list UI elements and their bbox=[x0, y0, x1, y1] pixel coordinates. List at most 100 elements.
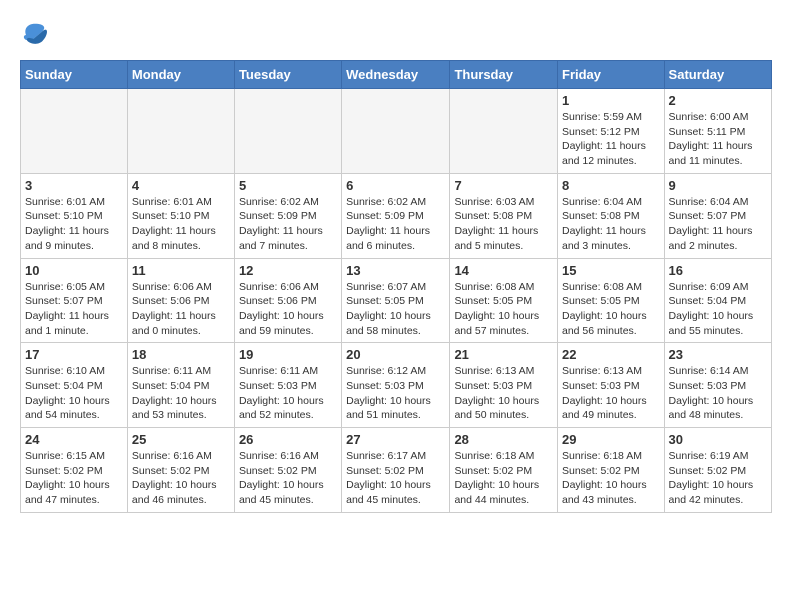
calendar-day-cell: 19 Sunrise: 6:11 AM Sunset: 5:03 PM Dayli… bbox=[234, 343, 341, 428]
day-info: Sunrise: 6:06 AM Sunset: 5:06 PM Dayligh… bbox=[239, 280, 337, 339]
day-number: 17 bbox=[25, 347, 123, 362]
calendar-day-cell: 20 Sunrise: 6:12 AM Sunset: 5:03 PM Dayli… bbox=[342, 343, 450, 428]
day-info: Sunrise: 6:06 AM Sunset: 5:06 PM Dayligh… bbox=[132, 280, 230, 339]
calendar-day-cell bbox=[234, 89, 341, 174]
calendar-day-cell: 9 Sunrise: 6:04 AM Sunset: 5:07 PM Daylig… bbox=[664, 173, 771, 258]
day-number: 15 bbox=[562, 263, 660, 278]
day-number: 9 bbox=[669, 178, 767, 193]
calendar-day-cell: 7Sunrise: 6:03 AM Sunset: 5:08 PM Daylig… bbox=[450, 173, 558, 258]
calendar-day-cell: 24 Sunrise: 6:15 AM Sunset: 5:02 PM Dayli… bbox=[21, 428, 128, 513]
logo-icon bbox=[20, 20, 50, 50]
calendar-week-row: 1Sunrise: 5:59 AM Sunset: 5:12 PM Daylig… bbox=[21, 89, 772, 174]
day-info: Sunrise: 6:13 AM Sunset: 5:03 PM Dayligh… bbox=[454, 364, 553, 423]
day-info: Sunrise: 6:02 AM Sunset: 5:09 PM Dayligh… bbox=[346, 195, 445, 254]
day-number: 4 bbox=[132, 178, 230, 193]
calendar-day-cell: 21 Sunrise: 6:13 AM Sunset: 5:03 PM Dayli… bbox=[450, 343, 558, 428]
calendar-day-cell: 30 Sunrise: 6:19 AM Sunset: 5:02 PM Dayli… bbox=[664, 428, 771, 513]
day-info: Sunrise: 6:16 AM Sunset: 5:02 PM Dayligh… bbox=[239, 449, 337, 508]
weekday-header-friday: Friday bbox=[558, 61, 665, 89]
day-info: Sunrise: 6:01 AM Sunset: 5:10 PM Dayligh… bbox=[132, 195, 230, 254]
calendar-week-row: 24 Sunrise: 6:15 AM Sunset: 5:02 PM Dayli… bbox=[21, 428, 772, 513]
calendar-day-cell: 13Sunrise: 6:07 AM Sunset: 5:05 PM Dayli… bbox=[342, 258, 450, 343]
calendar-table: SundayMondayTuesdayWednesdayThursdayFrid… bbox=[20, 60, 772, 513]
calendar-day-cell: 10 Sunrise: 6:05 AM Sunset: 5:07 PM Dayli… bbox=[21, 258, 128, 343]
calendar-day-cell: 18 Sunrise: 6:11 AM Sunset: 5:04 PM Dayli… bbox=[127, 343, 234, 428]
weekday-header-monday: Monday bbox=[127, 61, 234, 89]
calendar-day-cell bbox=[450, 89, 558, 174]
day-number: 3 bbox=[25, 178, 123, 193]
day-info: Sunrise: 6:16 AM Sunset: 5:02 PM Dayligh… bbox=[132, 449, 230, 508]
weekday-header-tuesday: Tuesday bbox=[234, 61, 341, 89]
day-info: Sunrise: 6:05 AM Sunset: 5:07 PM Dayligh… bbox=[25, 280, 123, 339]
calendar-week-row: 3 Sunrise: 6:01 AM Sunset: 5:10 PM Daylig… bbox=[21, 173, 772, 258]
calendar-day-cell: 17 Sunrise: 6:10 AM Sunset: 5:04 PM Dayli… bbox=[21, 343, 128, 428]
day-number: 29 bbox=[562, 432, 660, 447]
calendar-day-cell: 5 Sunrise: 6:02 AM Sunset: 5:09 PM Daylig… bbox=[234, 173, 341, 258]
day-info: Sunrise: 6:04 AM Sunset: 5:07 PM Dayligh… bbox=[669, 195, 767, 254]
day-number: 12 bbox=[239, 263, 337, 278]
calendar-day-cell: 8 Sunrise: 6:04 AM Sunset: 5:08 PM Daylig… bbox=[558, 173, 665, 258]
calendar-day-cell: 2 Sunrise: 6:00 AM Sunset: 5:11 PM Daylig… bbox=[664, 89, 771, 174]
day-number: 13 bbox=[346, 263, 445, 278]
weekday-header-row: SundayMondayTuesdayWednesdayThursdayFrid… bbox=[21, 61, 772, 89]
calendar-day-cell bbox=[21, 89, 128, 174]
day-number: 23 bbox=[669, 347, 767, 362]
day-number: 2 bbox=[669, 93, 767, 108]
day-info: Sunrise: 6:09 AM Sunset: 5:04 PM Dayligh… bbox=[669, 280, 767, 339]
day-number: 10 bbox=[25, 263, 123, 278]
day-number: 26 bbox=[239, 432, 337, 447]
weekday-header-wednesday: Wednesday bbox=[342, 61, 450, 89]
day-info: Sunrise: 6:18 AM Sunset: 5:02 PM Dayligh… bbox=[454, 449, 553, 508]
day-info: Sunrise: 6:12 AM Sunset: 5:03 PM Dayligh… bbox=[346, 364, 445, 423]
calendar-day-cell: 12 Sunrise: 6:06 AM Sunset: 5:06 PM Dayli… bbox=[234, 258, 341, 343]
day-number: 11 bbox=[132, 263, 230, 278]
day-number: 5 bbox=[239, 178, 337, 193]
day-number: 21 bbox=[454, 347, 553, 362]
calendar-day-cell: 15Sunrise: 6:08 AM Sunset: 5:05 PM Dayli… bbox=[558, 258, 665, 343]
day-number: 30 bbox=[669, 432, 767, 447]
day-info: Sunrise: 6:13 AM Sunset: 5:03 PM Dayligh… bbox=[562, 364, 660, 423]
day-info: Sunrise: 6:18 AM Sunset: 5:02 PM Dayligh… bbox=[562, 449, 660, 508]
day-info: Sunrise: 6:19 AM Sunset: 5:02 PM Dayligh… bbox=[669, 449, 767, 508]
calendar-day-cell: 29 Sunrise: 6:18 AM Sunset: 5:02 PM Dayli… bbox=[558, 428, 665, 513]
day-info: Sunrise: 6:00 AM Sunset: 5:11 PM Dayligh… bbox=[669, 110, 767, 169]
calendar-day-cell: 14Sunrise: 6:08 AM Sunset: 5:05 PM Dayli… bbox=[450, 258, 558, 343]
day-info: Sunrise: 5:59 AM Sunset: 5:12 PM Dayligh… bbox=[562, 110, 660, 169]
day-info: Sunrise: 6:11 AM Sunset: 5:03 PM Dayligh… bbox=[239, 364, 337, 423]
calendar-day-cell: 22 Sunrise: 6:13 AM Sunset: 5:03 PM Dayli… bbox=[558, 343, 665, 428]
calendar-day-cell: 27Sunrise: 6:17 AM Sunset: 5:02 PM Dayli… bbox=[342, 428, 450, 513]
calendar-day-cell: 28 Sunrise: 6:18 AM Sunset: 5:02 PM Dayli… bbox=[450, 428, 558, 513]
day-number: 27 bbox=[346, 432, 445, 447]
calendar-day-cell: 6Sunrise: 6:02 AM Sunset: 5:09 PM Daylig… bbox=[342, 173, 450, 258]
weekday-header-saturday: Saturday bbox=[664, 61, 771, 89]
day-info: Sunrise: 6:10 AM Sunset: 5:04 PM Dayligh… bbox=[25, 364, 123, 423]
day-info: Sunrise: 6:15 AM Sunset: 5:02 PM Dayligh… bbox=[25, 449, 123, 508]
weekday-header-sunday: Sunday bbox=[21, 61, 128, 89]
calendar-day-cell: 4 Sunrise: 6:01 AM Sunset: 5:10 PM Daylig… bbox=[127, 173, 234, 258]
day-number: 25 bbox=[132, 432, 230, 447]
day-number: 22 bbox=[562, 347, 660, 362]
calendar-day-cell: 1Sunrise: 5:59 AM Sunset: 5:12 PM Daylig… bbox=[558, 89, 665, 174]
day-number: 8 bbox=[562, 178, 660, 193]
page-header bbox=[20, 20, 772, 50]
day-number: 16 bbox=[669, 263, 767, 278]
day-info: Sunrise: 6:04 AM Sunset: 5:08 PM Dayligh… bbox=[562, 195, 660, 254]
calendar-day-cell bbox=[342, 89, 450, 174]
calendar-day-cell: 11 Sunrise: 6:06 AM Sunset: 5:06 PM Dayli… bbox=[127, 258, 234, 343]
calendar-day-cell: 23 Sunrise: 6:14 AM Sunset: 5:03 PM Dayli… bbox=[664, 343, 771, 428]
calendar-day-cell bbox=[127, 89, 234, 174]
day-number: 28 bbox=[454, 432, 553, 447]
day-info: Sunrise: 6:02 AM Sunset: 5:09 PM Dayligh… bbox=[239, 195, 337, 254]
day-info: Sunrise: 6:11 AM Sunset: 5:04 PM Dayligh… bbox=[132, 364, 230, 423]
weekday-header-thursday: Thursday bbox=[450, 61, 558, 89]
day-number: 20 bbox=[346, 347, 445, 362]
calendar-week-row: 10 Sunrise: 6:05 AM Sunset: 5:07 PM Dayli… bbox=[21, 258, 772, 343]
day-info: Sunrise: 6:01 AM Sunset: 5:10 PM Dayligh… bbox=[25, 195, 123, 254]
day-number: 24 bbox=[25, 432, 123, 447]
day-info: Sunrise: 6:14 AM Sunset: 5:03 PM Dayligh… bbox=[669, 364, 767, 423]
day-number: 19 bbox=[239, 347, 337, 362]
calendar-day-cell: 16 Sunrise: 6:09 AM Sunset: 5:04 PM Dayli… bbox=[664, 258, 771, 343]
calendar-day-cell: 26 Sunrise: 6:16 AM Sunset: 5:02 PM Dayli… bbox=[234, 428, 341, 513]
day-info: Sunrise: 6:08 AM Sunset: 5:05 PM Dayligh… bbox=[454, 280, 553, 339]
day-number: 18 bbox=[132, 347, 230, 362]
